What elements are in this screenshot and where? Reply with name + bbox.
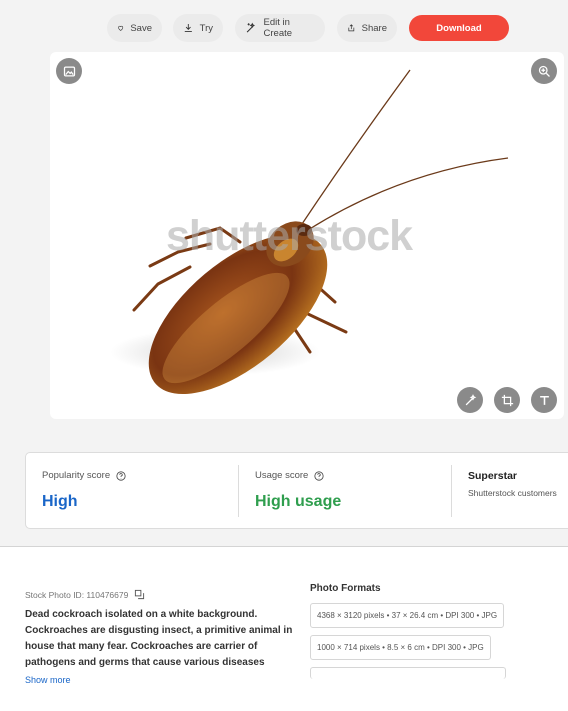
- photo-formats-title: Photo Formats: [310, 583, 381, 594]
- edit-in-create-button[interactable]: Edit in Create: [235, 14, 325, 42]
- share-label: Share: [361, 22, 387, 34]
- photo-description: Dead cockroach isolated on a white backg…: [25, 609, 293, 668]
- usage-label-row: Usage score: [255, 470, 324, 481]
- popularity-value: High: [42, 493, 78, 510]
- text-icon[interactable]: [531, 387, 557, 413]
- popularity-label: Popularity score: [42, 470, 111, 481]
- info-icon[interactable]: [314, 470, 324, 481]
- edit-label: Edit in Create: [263, 17, 293, 39]
- show-more-link[interactable]: Show more: [25, 675, 71, 685]
- info-icon[interactable]: [116, 470, 126, 481]
- try-button[interactable]: Try: [173, 14, 223, 42]
- share-button[interactable]: Share: [337, 14, 397, 42]
- format-option-partial[interactable]: [310, 667, 506, 679]
- divider: [451, 465, 452, 517]
- magic-wand-icon[interactable]: [457, 387, 483, 413]
- photo-preview[interactable]: shutterstock: [50, 52, 564, 419]
- save-label: Save: [130, 22, 152, 34]
- format-option-medium[interactable]: 1000 × 714 pixels • 8.5 × 6 cm • DPI 300…: [310, 635, 491, 660]
- divider: [238, 465, 239, 517]
- save-button[interactable]: Save: [107, 14, 162, 42]
- popularity-label-row: Popularity score: [42, 470, 126, 481]
- stock-photo-id: Stock Photo ID: 110476679: [25, 589, 145, 600]
- download-arrow-icon: [184, 24, 192, 32]
- image-icon[interactable]: [56, 58, 82, 84]
- section-divider: [0, 546, 568, 547]
- watermark-text: shutterstock: [166, 212, 413, 260]
- format-option-large[interactable]: 4368 × 3120 pixels • 37 × 26.4 cm • DPI …: [310, 603, 505, 628]
- usage-label: Usage score: [255, 470, 309, 481]
- image-toolbar: Save Try Edit in Create Share Download: [0, 14, 568, 42]
- download-button[interactable]: Download: [409, 15, 509, 41]
- edit-wand-icon: [246, 22, 256, 33]
- score-card: Popularity score High Usage score High u…: [25, 452, 568, 529]
- zoom-in-icon[interactable]: [531, 58, 557, 84]
- superstar-subtitle: Shutterstock customers: [468, 488, 557, 498]
- superstar-title: Superstar: [468, 470, 518, 482]
- usage-value: High usage: [255, 493, 342, 510]
- try-label: Try: [199, 22, 213, 34]
- stock-id-text: Stock Photo ID: 110476679: [25, 589, 129, 600]
- heart-icon: [118, 25, 124, 31]
- copy-icon[interactable]: [134, 589, 145, 600]
- share-icon: [348, 24, 355, 32]
- crop-icon[interactable]: [494, 387, 520, 413]
